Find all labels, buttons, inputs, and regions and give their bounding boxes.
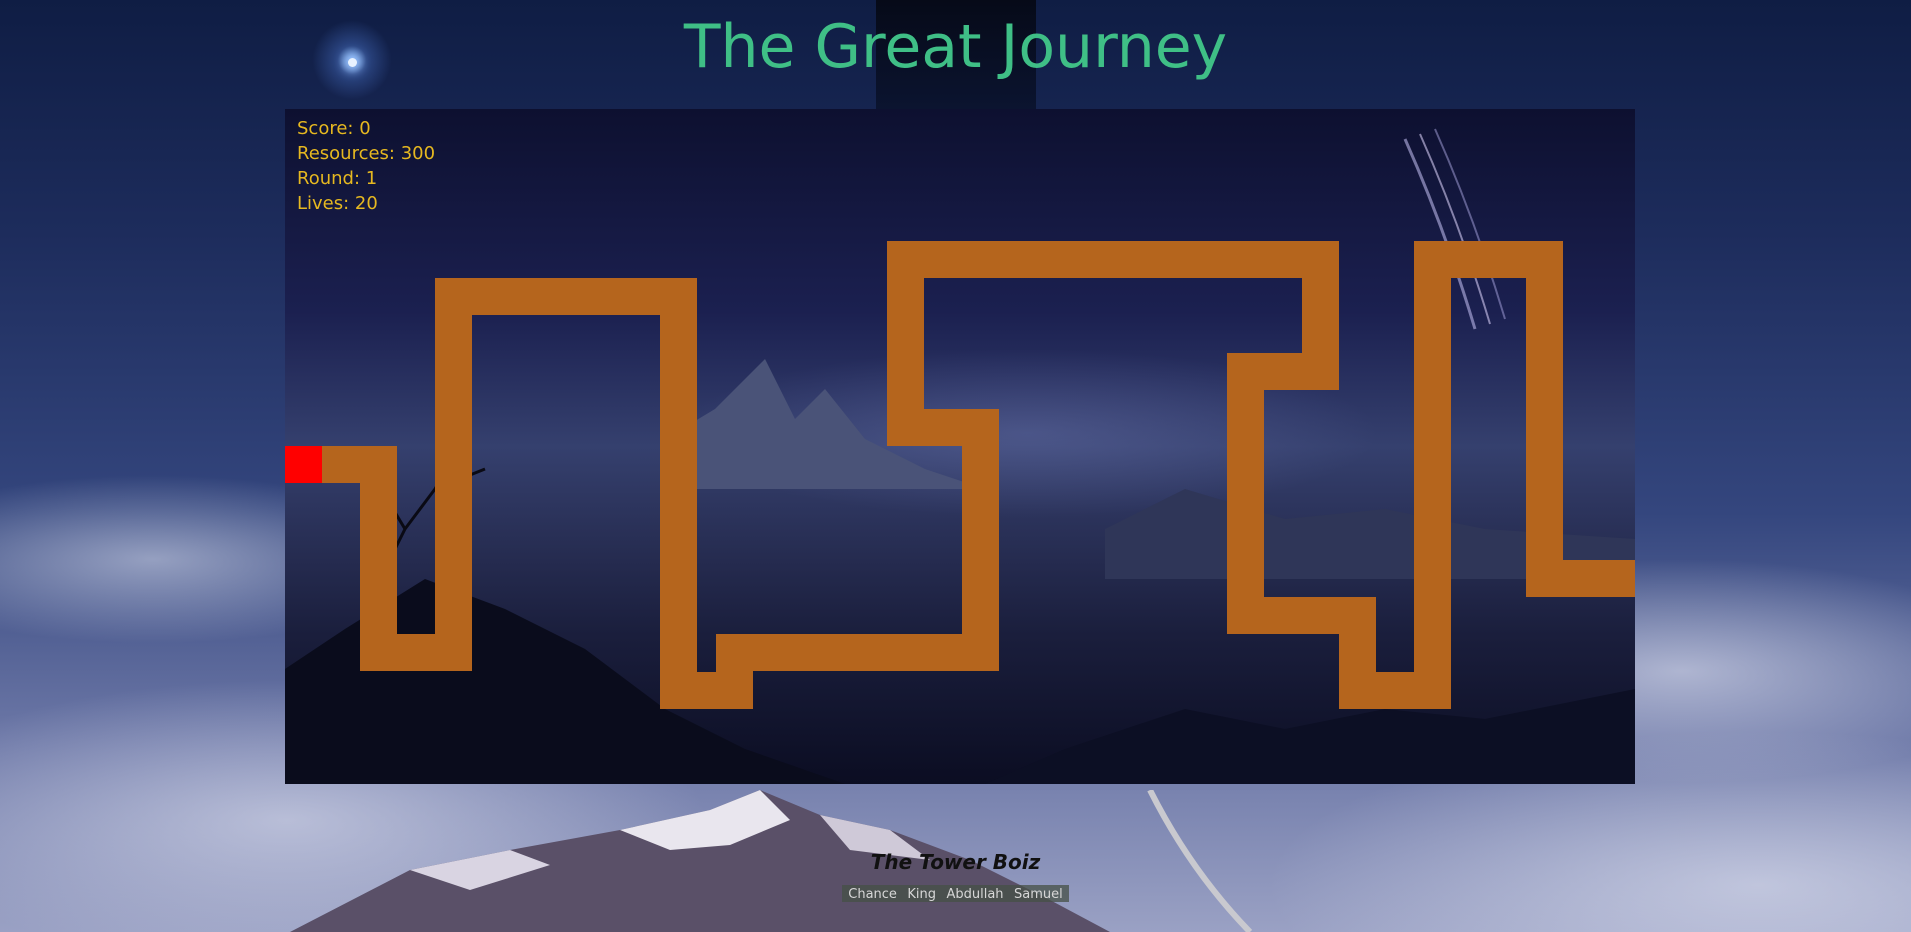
team-name: The Tower Boiz <box>870 850 1041 874</box>
score-label: Score: 0 <box>297 118 371 139</box>
game-hud: Score: 0 Resources: 300 Round: 1 Lives: … <box>297 116 435 216</box>
lives-label: Lives: 20 <box>297 193 378 214</box>
game-board[interactable]: Score: 0 Resources: 300 Round: 1 Lives: … <box>285 109 1635 784</box>
resources-label: Resources: 300 <box>297 143 436 164</box>
member-name: Chance <box>848 887 897 902</box>
page-title: The Great Journey <box>683 12 1228 82</box>
team-members-box: Chance King Abdullah Samuel <box>842 885 1069 902</box>
member-name: King <box>907 887 937 902</box>
team-members: Chance King Abdullah Samuel <box>0 885 1911 903</box>
enemy-spawn-marker <box>285 446 322 483</box>
round-label: Round: 1 <box>297 168 378 189</box>
member-name: Abdullah <box>946 887 1004 902</box>
member-name: Samuel <box>1014 887 1063 902</box>
enemy-path <box>322 241 1635 709</box>
